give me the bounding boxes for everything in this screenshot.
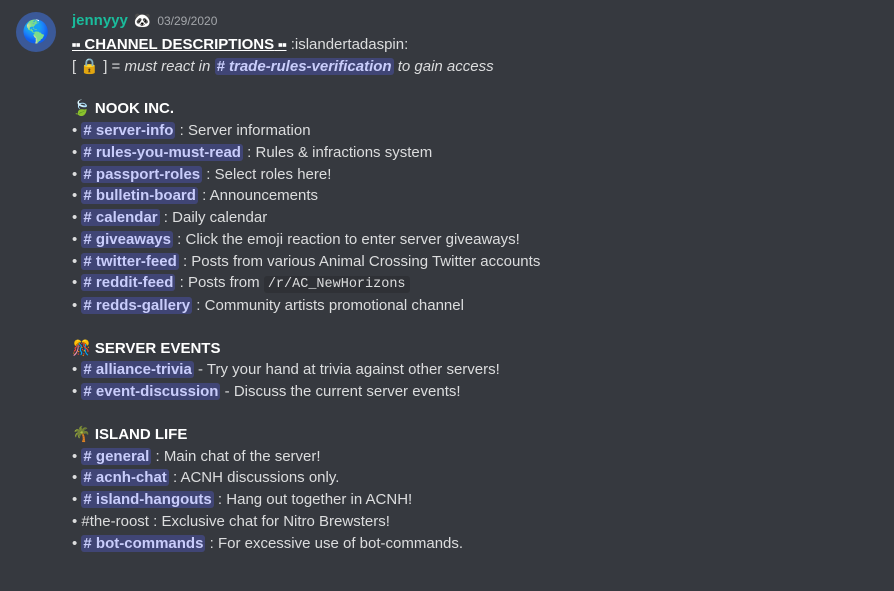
channel-line: • # acnh-chat : ACNH discussions only.	[72, 467, 878, 489]
section-title: SERVER EVENTS	[91, 340, 221, 357]
channel-mention[interactable]: # twitter-feed	[81, 253, 178, 270]
user-badge: 🐼	[134, 10, 151, 30]
channel-mention[interactable]: # redds-gallery	[81, 297, 192, 314]
channel-mention[interactable]: # passport-roles	[81, 166, 202, 183]
channel-desc: Announcements	[210, 187, 318, 204]
bullet: •	[72, 274, 81, 291]
header-title: ⬝⬝ CHANNEL DESCRIPTIONS ⬝⬝	[72, 36, 287, 53]
section-emoji: 🎊	[72, 338, 91, 360]
channel-desc: For excessive use of bot-commands.	[218, 535, 463, 552]
message: 🌎 jennyyy 🐼 03/29/2020 ⬝⬝ CHANNEL DESCRI…	[0, 8, 894, 554]
channel-mention[interactable]: # acnh-chat	[81, 469, 168, 486]
blank-line	[72, 403, 878, 424]
channel-desc: Posts from	[188, 274, 264, 291]
channel-mention[interactable]: # bulletin-board	[81, 187, 198, 204]
channel-line: • # general : Main chat of the server!	[72, 446, 878, 468]
bullet: •	[72, 513, 81, 530]
channel-line: • # island-hangouts : Hang out together …	[72, 489, 878, 511]
legend-line: [ 🔒 ] = must react in # trade-rules-veri…	[72, 56, 878, 78]
spin-emoji: :islandertadaspin:	[287, 36, 409, 53]
channel-line: • # redds-gallery : Community artists pr…	[72, 295, 878, 317]
channel-mention[interactable]: # reddit-feed	[81, 274, 175, 291]
channel-line: • # bot-commands : For excessive use of …	[72, 533, 878, 555]
bullet: •	[72, 448, 81, 465]
bullet: •	[72, 297, 81, 314]
channel-desc: Server information	[188, 122, 311, 139]
avatar[interactable]: 🌎	[16, 12, 56, 52]
channel-line: • # rules-you-must-read : Rules & infrac…	[72, 142, 878, 164]
channel-desc: Posts from various Animal Crossing Twitt…	[191, 253, 540, 270]
bullet: •	[72, 253, 81, 270]
channel-line: • # server-info : Server information	[72, 120, 878, 142]
channel-line: • # calendar : Daily calendar	[72, 207, 878, 229]
message-header: jennyyy 🐼 03/29/2020	[72, 10, 878, 32]
channel-mention[interactable]: # island-hangouts	[81, 491, 213, 508]
channel-line: • # event-discussion - Discuss the curre…	[72, 381, 878, 403]
lock-icon: 🔒	[80, 56, 99, 78]
channel-desc: Rules & infractions system	[255, 144, 432, 161]
channel-desc: Community artists promotional channel	[205, 297, 464, 314]
channel-desc: Click the emoji reaction to enter server…	[186, 231, 520, 248]
inline-code: /r/AC_NewHorizons	[264, 276, 410, 293]
channel-line: • # alliance-trivia - Try your hand at t…	[72, 359, 878, 381]
section-header: 🎊 SERVER EVENTS	[72, 338, 878, 360]
channel-mention[interactable]: # alliance-trivia	[81, 361, 193, 378]
channel-desc: Try your hand at trivia against other se…	[207, 361, 500, 378]
bullet: •	[72, 187, 81, 204]
bullet: •	[72, 231, 81, 248]
username[interactable]: jennyyy	[72, 10, 128, 32]
header-line: ⬝⬝ CHANNEL DESCRIPTIONS ⬝⬝ :islandertada…	[72, 34, 878, 56]
section-emoji: 🍃	[72, 98, 91, 120]
channel-desc: Hang out together in ACNH!	[226, 491, 412, 508]
channel-desc: ACNH discussions only.	[180, 469, 339, 486]
bullet: •	[72, 122, 81, 139]
channel-mention[interactable]: # event-discussion	[81, 383, 220, 400]
section-title: NOOK INC.	[91, 100, 174, 117]
bullet: •	[72, 144, 81, 161]
message-content: jennyyy 🐼 03/29/2020 ⬝⬝ CHANNEL DESCRIPT…	[72, 10, 878, 554]
channel-desc: Discuss the current server events!	[234, 383, 461, 400]
channel-mention[interactable]: # rules-you-must-read	[81, 144, 243, 161]
blank-line	[72, 317, 878, 338]
section-emoji: 🌴	[72, 424, 91, 446]
channel-desc: Exclusive chat for Nitro Brewsters!	[161, 513, 389, 530]
channel-mention[interactable]: # bot-commands	[81, 535, 205, 552]
bullet: •	[72, 535, 81, 552]
channel-plain: #the-roost	[81, 513, 149, 530]
bullet: •	[72, 166, 81, 183]
channel-mention[interactable]: # general	[81, 448, 151, 465]
blank-line	[72, 77, 878, 98]
channel-mention[interactable]: # server-info	[81, 122, 175, 139]
bullet: •	[72, 491, 81, 508]
section-header: 🍃 NOOK INC.	[72, 98, 878, 120]
channel-line: • # twitter-feed : Posts from various An…	[72, 251, 878, 273]
channel-line: • # reddit-feed : Posts from /r/AC_NewHo…	[72, 272, 878, 295]
section-title: ISLAND LIFE	[91, 426, 188, 443]
channel-desc: Select roles here!	[215, 166, 332, 183]
channel-desc: Main chat of the server!	[164, 448, 321, 465]
section-header: 🌴 ISLAND LIFE	[72, 424, 878, 446]
bullet: •	[72, 361, 81, 378]
channel-line: • # passport-roles : Select roles here!	[72, 164, 878, 186]
channel-mention[interactable]: # trade-rules-verification	[215, 58, 394, 75]
bullet: •	[72, 383, 81, 400]
channel-line: • #the-roost : Exclusive chat for Nitro …	[72, 511, 878, 533]
message-body: ⬝⬝ CHANNEL DESCRIPTIONS ⬝⬝ :islandertada…	[72, 34, 878, 555]
timestamp: 03/29/2020	[157, 13, 217, 30]
bullet: •	[72, 209, 81, 226]
channel-line: • # giveaways : Click the emoji reaction…	[72, 229, 878, 251]
channel-mention[interactable]: # giveaways	[81, 231, 173, 248]
channel-desc: Daily calendar	[172, 209, 267, 226]
bullet: •	[72, 469, 81, 486]
channel-line: • # bulletin-board : Announcements	[72, 185, 878, 207]
channel-mention[interactable]: # calendar	[81, 209, 159, 226]
